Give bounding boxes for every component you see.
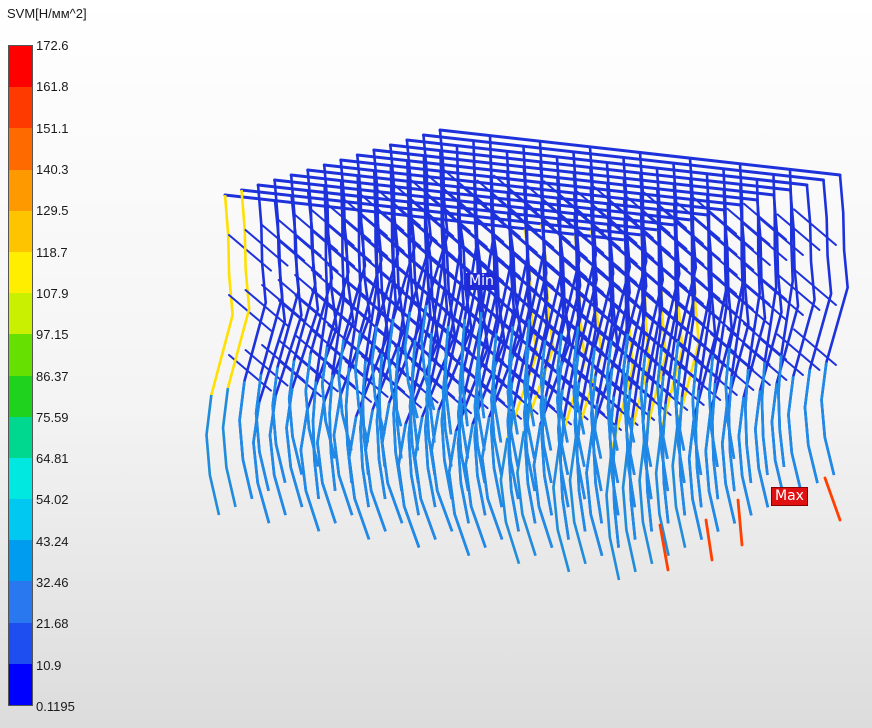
frame-member [743, 202, 787, 241]
frame-member [221, 387, 237, 508]
frame-member [205, 394, 221, 516]
frame-member [294, 214, 339, 252]
frame-member [787, 376, 803, 492]
frame-member [704, 518, 714, 562]
frame-member [803, 369, 819, 484]
frame-member [676, 262, 721, 300]
frame-member [277, 219, 322, 257]
frame-member [736, 498, 744, 547]
frame-member [294, 334, 339, 372]
frame-member [777, 355, 786, 468]
frame-member [793, 208, 837, 246]
frame-member [760, 362, 769, 476]
frame-member [823, 476, 842, 522]
frame-member [228, 234, 272, 272]
frame-member [244, 229, 289, 267]
frame-member [238, 380, 254, 500]
min-stress-marker: Min [466, 273, 497, 290]
stress-model-view[interactable] [0, 0, 872, 728]
frame-member [726, 207, 771, 246]
frame-member [261, 224, 306, 262]
frame-member [776, 213, 821, 251]
frame-member [310, 209, 355, 247]
max-stress-marker: Max [771, 487, 808, 506]
frame-member [820, 362, 836, 476]
frame-member [693, 257, 737, 295]
